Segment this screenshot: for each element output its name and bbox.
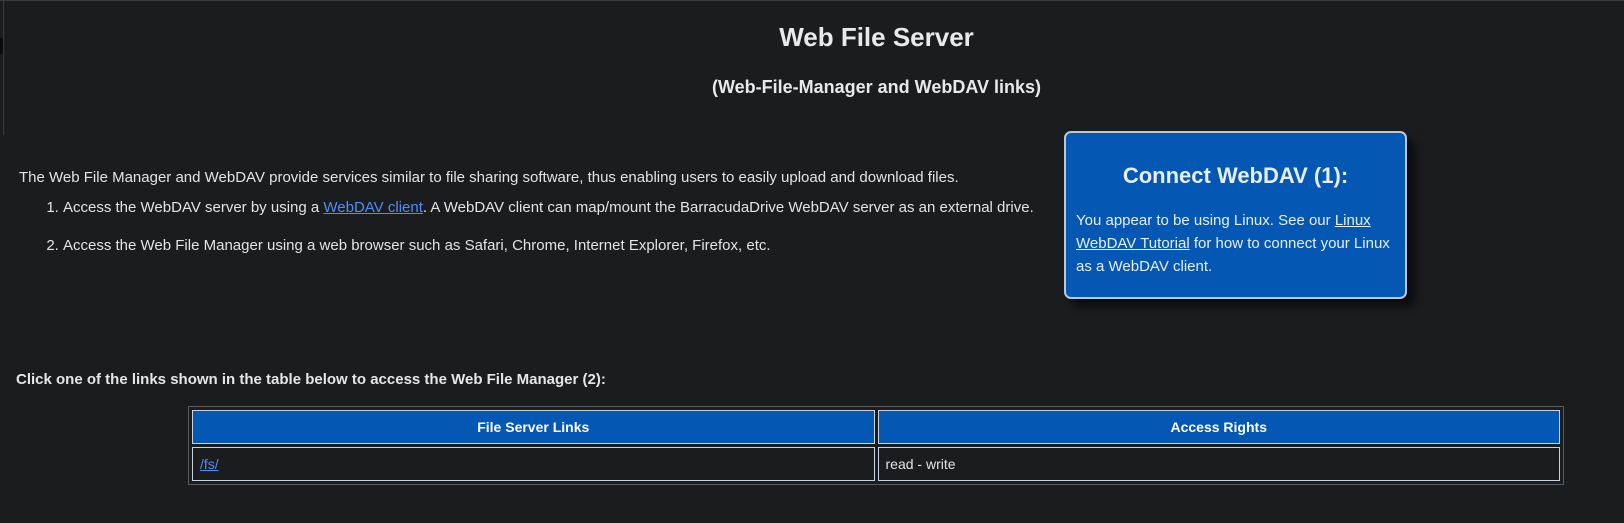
intro-text: The Web File Manager and WebDAV provide … xyxy=(19,169,959,186)
table-row: /fs/ read - write xyxy=(192,447,1560,481)
file-server-links-table: File Server Links Access Rights /fs/ rea… xyxy=(188,406,1564,485)
column-header-links: File Server Links xyxy=(192,410,875,444)
step-2-text: Access the Web File Manager using a web … xyxy=(63,237,771,254)
connect-webdav-text: You appear to be using Linux. See our Li… xyxy=(1076,209,1395,278)
step-item-web-file-manager: Access the Web File Manager using a web … xyxy=(63,235,1034,256)
connect-webdav-heading: Connect WebDAV (1): xyxy=(1122,163,1349,188)
link-cell: /fs/ xyxy=(192,447,875,481)
steps-list: Access the WebDAV server by using a WebD… xyxy=(20,197,1034,273)
left-divider xyxy=(3,0,4,135)
rights-cell: read - write xyxy=(877,447,1560,481)
page-title: Web File Server xyxy=(779,22,974,52)
fs-link[interactable]: /fs/ xyxy=(200,456,219,472)
connect-text-prefix: You appear to be using Linux. See our xyxy=(1076,212,1335,229)
step-1-prefix: Access the WebDAV server by using a xyxy=(63,199,324,216)
links-instruction: Click one of the links shown in the tabl… xyxy=(16,371,606,388)
page-subtitle: (Web-File-Manager and WebDAV links) xyxy=(711,77,1042,97)
connect-webdav-panel: Connect WebDAV (1): You appear to be usi… xyxy=(1064,131,1407,299)
table-header-row: File Server Links Access Rights xyxy=(192,410,1560,444)
webdav-client-link[interactable]: WebDAV client xyxy=(323,199,423,216)
column-header-rights: Access Rights xyxy=(877,410,1560,444)
step-1-suffix: . A WebDAV client can map/mount the Barr… xyxy=(422,199,1034,216)
step-item-webdav: Access the WebDAV server by using a WebD… xyxy=(63,197,1034,218)
